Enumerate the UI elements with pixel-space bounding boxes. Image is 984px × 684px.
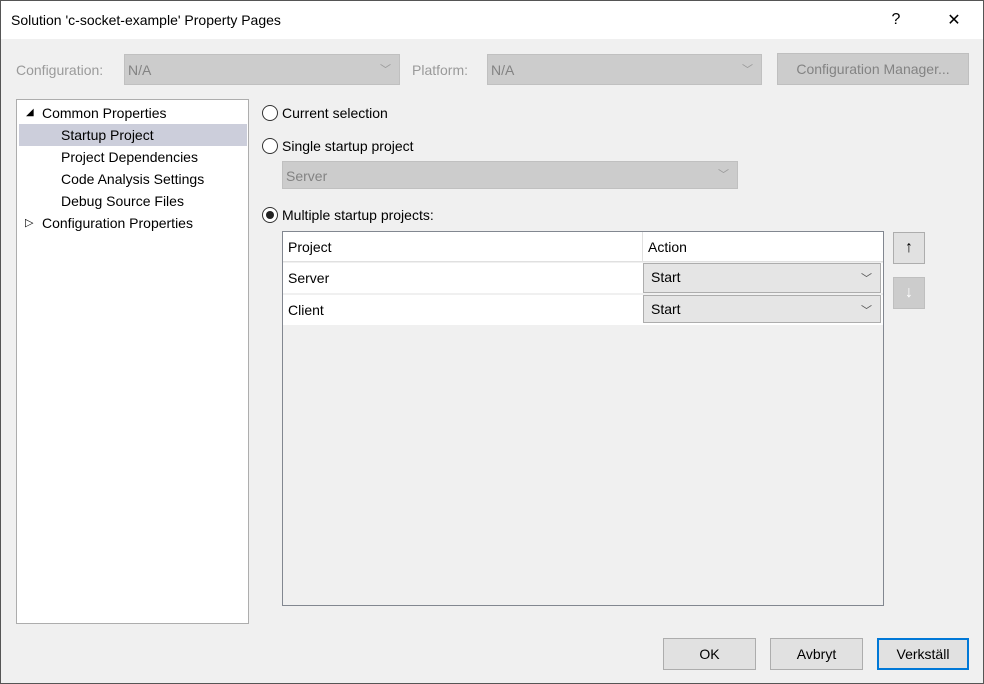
tree-item-code-analysis-settings[interactable]: Code Analysis Settings bbox=[61, 168, 204, 190]
multiple-startup-radio[interactable] bbox=[262, 207, 278, 223]
column-header-project[interactable]: Project bbox=[283, 232, 643, 262]
table-row-project[interactable]: Server bbox=[283, 263, 643, 293]
single-startup-select[interactable]: Server ﹀ bbox=[282, 161, 738, 189]
table-row-project[interactable]: Client bbox=[283, 295, 643, 325]
action-select[interactable]: Start ﹀ bbox=[643, 263, 881, 293]
expand-icon[interactable]: ▷ bbox=[25, 212, 33, 234]
single-startup-value: Server bbox=[286, 168, 328, 184]
action-select[interactable]: Start ﹀ bbox=[643, 295, 881, 323]
tree-item-debug-source-files[interactable]: Debug Source Files bbox=[61, 190, 184, 212]
arrow-up-icon: ↑ bbox=[905, 239, 913, 256]
tree-item-startup-project[interactable]: Startup Project bbox=[19, 124, 247, 146]
close-icon[interactable]: ✕ bbox=[931, 1, 977, 39]
tree-item-project-dependencies[interactable]: Project Dependencies bbox=[61, 146, 198, 168]
startup-projects-grid[interactable]: Project Action Server Start ﹀ Client Star… bbox=[282, 231, 884, 606]
single-startup-label[interactable]: Single startup project bbox=[282, 138, 414, 154]
column-header-action[interactable]: Action bbox=[643, 232, 883, 262]
current-selection-label[interactable]: Current selection bbox=[282, 105, 388, 121]
move-up-button[interactable]: ↑ bbox=[893, 232, 925, 264]
help-button[interactable]: ? bbox=[873, 1, 919, 39]
arrow-down-icon: ↓ bbox=[905, 284, 913, 301]
chevron-down-icon: ﹀ bbox=[861, 273, 872, 285]
action-value: Start bbox=[651, 301, 681, 317]
action-value: Start bbox=[651, 269, 681, 285]
platform-select[interactable]: N/A ﹀ bbox=[487, 54, 762, 85]
chevron-down-icon: ﹀ bbox=[861, 305, 872, 317]
platform-label: Platform: bbox=[412, 62, 469, 78]
ok-button[interactable]: OK bbox=[663, 638, 756, 670]
apply-button[interactable]: Verkställ bbox=[877, 638, 969, 670]
property-tree[interactable]: ◢ Common Properties Startup Project Proj… bbox=[16, 99, 249, 624]
configuration-label: Configuration: bbox=[16, 62, 104, 78]
current-selection-radio[interactable] bbox=[262, 105, 278, 121]
window-title: Solution 'c-socket-example' Property Pag… bbox=[11, 12, 281, 28]
tree-item-label: Startup Project bbox=[61, 127, 154, 143]
chevron-down-icon: ﹀ bbox=[742, 64, 753, 76]
platform-value: N/A bbox=[491, 62, 515, 78]
title-bar: Solution 'c-socket-example' Property Pag… bbox=[1, 1, 983, 39]
tree-item-common-properties[interactable]: Common Properties bbox=[42, 102, 167, 124]
configuration-value: N/A bbox=[128, 62, 152, 78]
single-startup-radio[interactable] bbox=[262, 138, 278, 154]
chevron-down-icon: ﹀ bbox=[718, 169, 729, 181]
tree-item-configuration-properties[interactable]: Configuration Properties bbox=[42, 212, 193, 234]
chevron-down-icon: ﹀ bbox=[380, 64, 391, 76]
multiple-startup-label[interactable]: Multiple startup projects: bbox=[282, 207, 434, 223]
collapse-icon[interactable]: ◢ bbox=[26, 102, 34, 124]
cancel-button[interactable]: Avbryt bbox=[770, 638, 863, 670]
configuration-select[interactable]: N/A ﹀ bbox=[124, 54, 400, 85]
move-down-button[interactable]: ↓ bbox=[893, 277, 925, 309]
configuration-manager-button[interactable]: Configuration Manager... bbox=[777, 53, 969, 85]
